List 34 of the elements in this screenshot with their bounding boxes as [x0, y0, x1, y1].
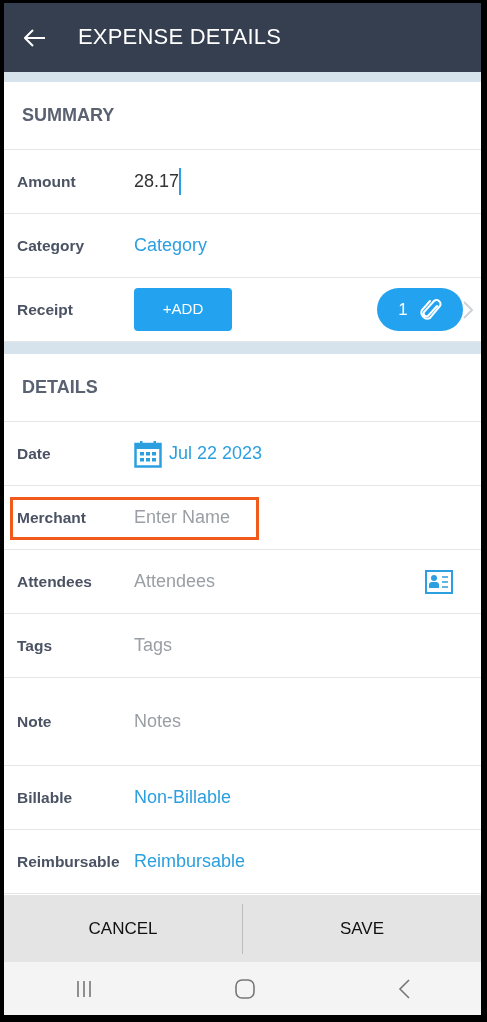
home-icon[interactable]	[235, 978, 256, 999]
contact-card-icon[interactable]	[425, 569, 453, 594]
field-label: Amount	[17, 171, 77, 192]
text-input[interactable]: Enter Name	[134, 504, 334, 531]
calendar-icon[interactable]	[134, 439, 162, 468]
field-label: Category	[17, 235, 86, 256]
field-label: Note	[17, 711, 53, 732]
back-icon[interactable]	[397, 978, 410, 999]
value-link[interactable]: Reimbursable	[134, 848, 246, 875]
field-label: Receipt	[17, 299, 74, 320]
recent-apps-icon[interactable]	[75, 979, 94, 998]
field-label: Tags	[17, 635, 54, 656]
cancel-button[interactable]: CANCEL	[4, 895, 242, 962]
paperclip-icon	[419, 296, 442, 323]
section-heading: DETAILS	[22, 376, 98, 399]
text-input[interactable]: Attendees	[134, 568, 425, 595]
value-link[interactable]: Category	[134, 232, 208, 259]
date-value[interactable]: Jul 22 2023	[169, 440, 263, 467]
value-link[interactable]: Non-Billable	[134, 784, 232, 811]
amount-input[interactable]: 28.17	[134, 168, 182, 195]
field-label: Billable	[17, 787, 74, 808]
text-input[interactable]: Notes	[134, 708, 334, 735]
text-input[interactable]: Tags	[134, 632, 334, 659]
field-label: Merchant	[17, 507, 87, 528]
back-arrow-icon[interactable]	[24, 28, 46, 47]
save-button[interactable]: SAVE	[243, 895, 481, 962]
attachment-button[interactable]: 1	[377, 288, 463, 331]
chevron-right-icon[interactable]	[463, 300, 473, 319]
section-heading: SUMMARY	[22, 104, 115, 127]
add-button[interactable]: +ADD	[134, 288, 232, 331]
screen-title: EXPENSE DETAILS	[78, 24, 282, 51]
field-label: Reimbursable	[17, 851, 121, 872]
field-label: Attendees	[17, 571, 93, 592]
field-label: Date	[17, 443, 52, 464]
